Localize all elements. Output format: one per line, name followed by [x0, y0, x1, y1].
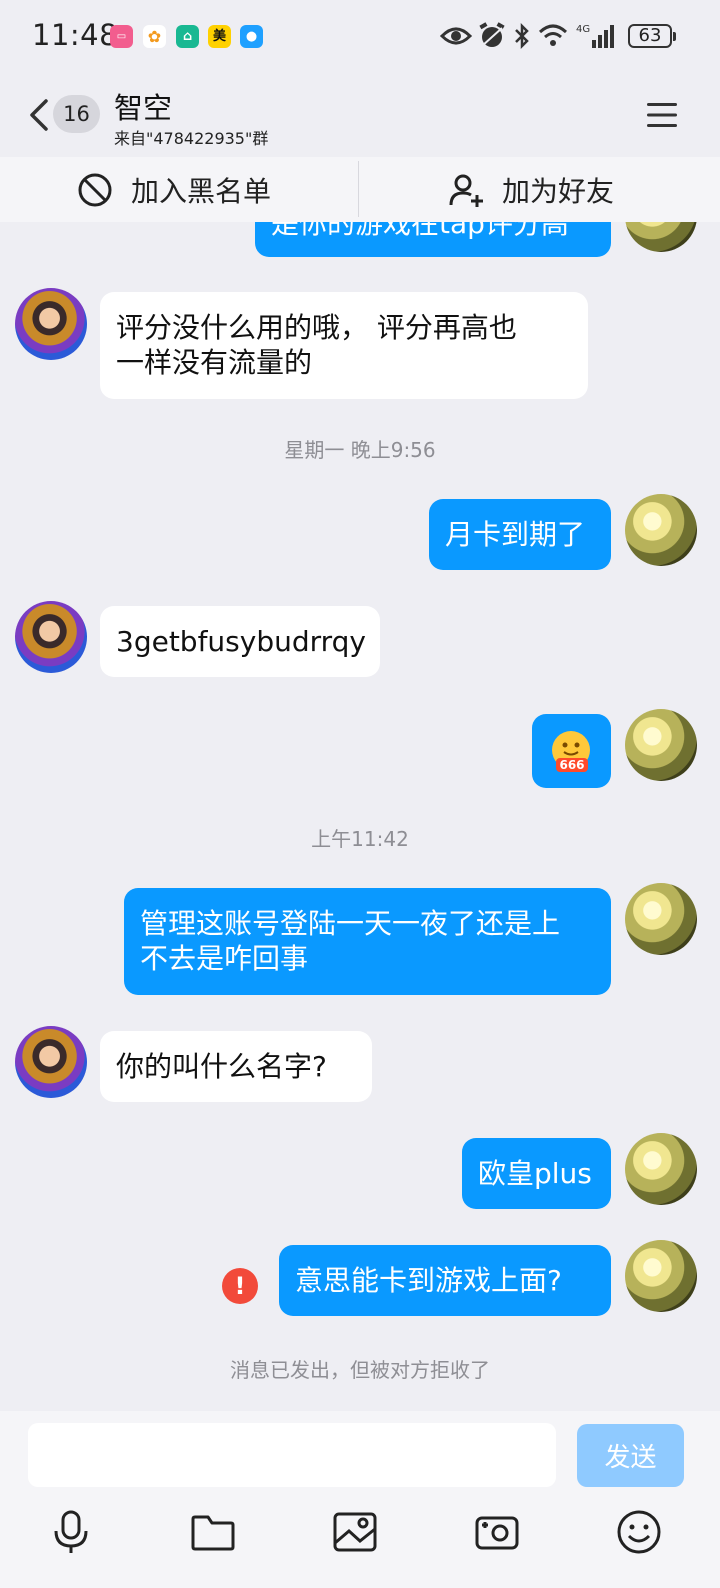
- my-avatar[interactable]: [625, 1133, 697, 1205]
- message-text: 欧皇plus: [478, 1157, 592, 1190]
- meituan-icon: 美: [208, 25, 231, 48]
- message-bubble-incoming[interactable]: 你的叫什么名字?: [100, 1031, 372, 1102]
- message-text-line: 管理这账号登陆一天一夜了还是上: [140, 907, 561, 940]
- my-avatar[interactable]: [625, 709, 697, 781]
- chat-title: 智空: [114, 91, 173, 125]
- chat-subtitle: 来自"478422935"群: [114, 129, 269, 148]
- add-to-blacklist-button[interactable]: 加入黑名单: [77, 157, 271, 222]
- app-icon: ✿: [143, 25, 166, 48]
- signal-icon: 4G: [576, 24, 614, 48]
- sticker-bubble-outgoing[interactable]: 666: [532, 714, 611, 788]
- message-bubble-incoming[interactable]: 评分没什么用的哦， 评分再高也 一样没有流量的: [100, 292, 588, 399]
- my-avatar[interactable]: [625, 883, 697, 955]
- camera-icon[interactable]: [474, 1509, 520, 1555]
- mi-home-icon: ⌂: [176, 25, 199, 48]
- message-bubble-outgoing[interactable]: 欧皇plus: [462, 1138, 611, 1209]
- message-bubble-incoming[interactable]: 3getbfusybudrrqy: [100, 606, 380, 677]
- message-text: 意思能卡到游戏上面?: [295, 1264, 562, 1297]
- sticker-text: 666: [559, 758, 585, 772]
- eye-icon: [440, 27, 472, 45]
- add-friend-button[interactable]: 加为好友: [448, 157, 614, 222]
- message-text-line: 评分没什么用的哦， 评分再高也: [116, 311, 517, 344]
- alarm-icon: [479, 22, 505, 47]
- message-bubble-outgoing[interactable]: 管理这账号登陆一天一夜了还是上 不去是咋回事: [124, 888, 611, 995]
- message-bubble-outgoing[interactable]: 月卡到期了: [429, 499, 611, 570]
- block-icon: [78, 173, 112, 206]
- microphone-icon[interactable]: [48, 1509, 94, 1555]
- bluetooth-icon: [515, 22, 529, 50]
- folder-icon[interactable]: [190, 1509, 236, 1555]
- my-avatar[interactable]: [625, 1240, 697, 1312]
- bilibili-icon: ▭: [110, 25, 133, 48]
- contact-avatar[interactable]: [15, 601, 87, 673]
- menu-icon[interactable]: [646, 99, 678, 131]
- contact-avatar[interactable]: [15, 288, 87, 360]
- my-avatar[interactable]: [625, 494, 697, 566]
- image-icon[interactable]: [332, 1509, 378, 1555]
- message-text: 月卡到期了: [445, 518, 586, 551]
- timestamp: 上午11:42: [311, 827, 409, 851]
- input-area: 发送: [0, 1411, 720, 1588]
- timestamp: 星期一 晚上9:56: [284, 438, 436, 462]
- add-friend-label: 加为好友: [502, 174, 615, 208]
- message-text-line: 不去是咋回事: [140, 942, 309, 975]
- send-button[interactable]: 发送: [577, 1424, 684, 1487]
- message-input[interactable]: [28, 1423, 556, 1487]
- wifi-icon: [538, 24, 568, 46]
- message-text-line: 一样没有流量的: [116, 346, 313, 379]
- message-text: 你的叫什么名字?: [116, 1050, 327, 1083]
- contact-avatar[interactable]: [15, 1026, 87, 1098]
- battery-indicator: 63: [628, 24, 676, 48]
- add-user-icon: [449, 174, 483, 207]
- send-failed-icon[interactable]: !: [222, 1268, 258, 1304]
- stranger-action-bar: 加入黑名单 加为好友: [0, 157, 720, 222]
- emoji-icon[interactable]: [616, 1509, 662, 1555]
- status-time: 11:48: [32, 18, 119, 52]
- message-bubble-outgoing[interactable]: 意思能卡到游戏上面?: [279, 1245, 611, 1316]
- status-bar: 11:48 ▭ ✿ ⌂ 美 ● 4G 63: [0, 0, 720, 75]
- blacklist-label: 加入黑名单: [131, 174, 272, 208]
- rejected-notice: 消息已发出，但被对方拒收了: [230, 1358, 490, 1382]
- divider: [358, 161, 359, 217]
- message-text: 3getbfusybudrrqy: [116, 625, 367, 658]
- unread-count-badge[interactable]: 16: [53, 95, 100, 133]
- 666-sticker-icon: [552, 731, 590, 772]
- message-icon: ●: [240, 25, 263, 48]
- svg-text:4G: 4G: [576, 24, 590, 35]
- chat-header: 16 智空 来自"478422935"群: [0, 75, 720, 157]
